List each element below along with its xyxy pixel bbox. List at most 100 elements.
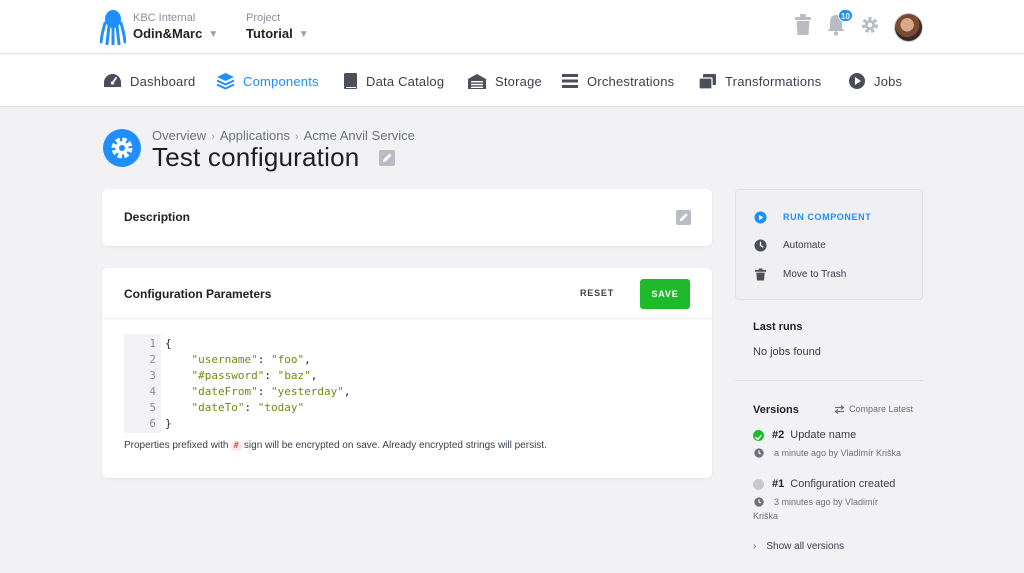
- version-status-success-icon: [753, 430, 764, 441]
- user-avatar[interactable]: [894, 13, 923, 42]
- clock-icon: [754, 238, 767, 252]
- code-value: "today": [257, 401, 305, 414]
- trash-icon: [754, 267, 767, 281]
- play-circle-icon: [849, 73, 865, 89]
- line-number: 1: [149, 337, 156, 350]
- main-navigation: Dashboard Components Data Catalog Storag…: [0, 55, 1024, 107]
- top-bar: KBC Internal Odin&Marc ▼ Project Tutorial…: [0, 0, 1024, 54]
- code-value: "baz": [277, 369, 311, 382]
- show-all-versions-link[interactable]: › Show all versions: [753, 541, 844, 552]
- run-component-label: RUN COMPONENT: [783, 212, 872, 222]
- reset-button[interactable]: RESET: [580, 288, 614, 298]
- organization-switcher[interactable]: KBC Internal Odin&Marc ▼: [133, 11, 218, 43]
- version-item[interactable]: #1 Configuration created: [772, 478, 895, 490]
- nav-label: Dashboard: [130, 73, 196, 89]
- divider: [735, 380, 923, 381]
- nav-label: Jobs: [874, 73, 903, 89]
- version-meta: 3 minutes ago by Vladimír: [774, 497, 879, 507]
- code-value: "foo": [270, 353, 305, 366]
- version-item[interactable]: #2 Update name: [772, 429, 856, 441]
- organization-name: Odin&Marc: [133, 26, 203, 41]
- project-switcher[interactable]: Project Tutorial ▼: [246, 11, 309, 43]
- configuration-parameters-label: Configuration Parameters: [124, 287, 272, 301]
- breadcrumb-component[interactable]: Acme Anvil Service: [304, 128, 415, 143]
- nav-label: Components: [243, 73, 319, 89]
- nav-item-transformations[interactable]: Transformations: [698, 72, 821, 90]
- nav-label: Transformations: [725, 73, 822, 89]
- chevron-down-icon: ▼: [298, 29, 309, 40]
- line-number: 5: [149, 401, 156, 414]
- encryption-hint: Properties prefixed with # sign will be en…: [124, 440, 547, 451]
- save-button[interactable]: SAVE: [640, 279, 690, 309]
- nav-item-orchestrations[interactable]: Orchestrations: [561, 72, 674, 90]
- code-line: 6}: [124, 416, 690, 432]
- code-line: 3 "#password": "baz",: [124, 368, 690, 384]
- json-editor[interactable]: 1{ 2 "username": "foo", 3 "#password": "…: [124, 334, 690, 434]
- compare-latest-button[interactable]: Compare Latest: [834, 404, 913, 414]
- code-key: "#password": [191, 369, 265, 382]
- compare-latest-label: Compare Latest: [849, 404, 914, 414]
- warehouse-icon: [468, 73, 486, 89]
- line-number: 2: [149, 353, 156, 366]
- breadcrumb-overview[interactable]: Overview: [152, 128, 206, 143]
- version-status-neutral-icon: [753, 479, 764, 490]
- hint-text: Properties prefixed with: [124, 440, 229, 451]
- hint-text: sign will be encrypted on save. Already …: [243, 440, 547, 451]
- breadcrumb-applications[interactable]: Applications: [220, 128, 290, 143]
- code-punctuation: ,: [310, 369, 318, 382]
- project-name: Tutorial: [246, 26, 293, 41]
- chevron-down-icon: ▼: [208, 29, 219, 40]
- configuration-parameters-card: Configuration Parameters RESET SAVE 1{ 2…: [102, 268, 712, 478]
- notification-count-badge: 10: [838, 9, 853, 22]
- trash-icon[interactable]: [794, 14, 812, 36]
- keboola-logo-icon[interactable]: [100, 9, 126, 45]
- last-runs-empty: No jobs found: [753, 346, 821, 358]
- nav-item-storage[interactable]: Storage: [467, 72, 542, 90]
- bars-icon: [562, 74, 578, 88]
- nav-item-data-catalog[interactable]: Data Catalog: [343, 72, 444, 90]
- exchange-icon: [834, 404, 845, 414]
- move-to-trash-button[interactable]: Move to Trash: [754, 267, 846, 281]
- code-key: "username": [191, 353, 258, 366]
- hash-chip: #: [230, 441, 242, 451]
- code-brace: }: [165, 417, 172, 430]
- code-brace: {: [165, 337, 172, 350]
- edit-title-icon[interactable]: [379, 150, 395, 166]
- last-runs-title: Last runs: [753, 321, 803, 333]
- component-gear-icon: [103, 129, 141, 167]
- code-line: 2 "username": "foo",: [124, 352, 690, 368]
- code-line: 4 "dateFrom": "yesterday",: [124, 384, 690, 400]
- clock-icon: [754, 497, 764, 507]
- windows-icon: [698, 73, 716, 90]
- chevron-right-icon: ›: [753, 541, 757, 552]
- nav-label: Storage: [495, 73, 542, 89]
- line-number: 3: [149, 369, 156, 382]
- divider: [102, 318, 712, 319]
- nav-item-components[interactable]: Components: [216, 72, 319, 90]
- nav-item-dashboard[interactable]: Dashboard: [103, 72, 195, 90]
- version-name: Update name: [790, 429, 857, 441]
- edit-description-icon[interactable]: [676, 210, 691, 225]
- organization-label: KBC Internal: [133, 12, 196, 24]
- code-value: "yesterday": [270, 385, 344, 398]
- automate-button[interactable]: Automate: [754, 238, 826, 252]
- code-punctuation: ,: [343, 385, 351, 398]
- page-title: Test configuration: [152, 142, 360, 172]
- nav-item-jobs[interactable]: Jobs: [848, 72, 902, 90]
- versions-title: Versions: [753, 404, 799, 416]
- move-to-trash-label: Move to Trash: [783, 268, 847, 280]
- nav-label: Data Catalog: [366, 73, 445, 89]
- code-key: "dateFrom": [191, 385, 258, 398]
- automate-label: Automate: [783, 239, 826, 251]
- breadcrumb: Overview › Applications › Acme Anvil Service: [152, 128, 415, 143]
- line-number: 6: [149, 417, 156, 430]
- code-line: 5 "dateTo": "today": [124, 400, 690, 416]
- run-component-button[interactable]: RUN COMPONENT: [754, 210, 871, 224]
- code-line: 1{: [124, 336, 690, 352]
- code-key: "dateTo": [191, 401, 245, 414]
- version-number: #1: [772, 478, 785, 490]
- book-icon: [344, 73, 357, 89]
- line-number: 4: [149, 385, 156, 398]
- version-name: Configuration created: [790, 478, 896, 490]
- gear-icon[interactable]: [860, 14, 880, 36]
